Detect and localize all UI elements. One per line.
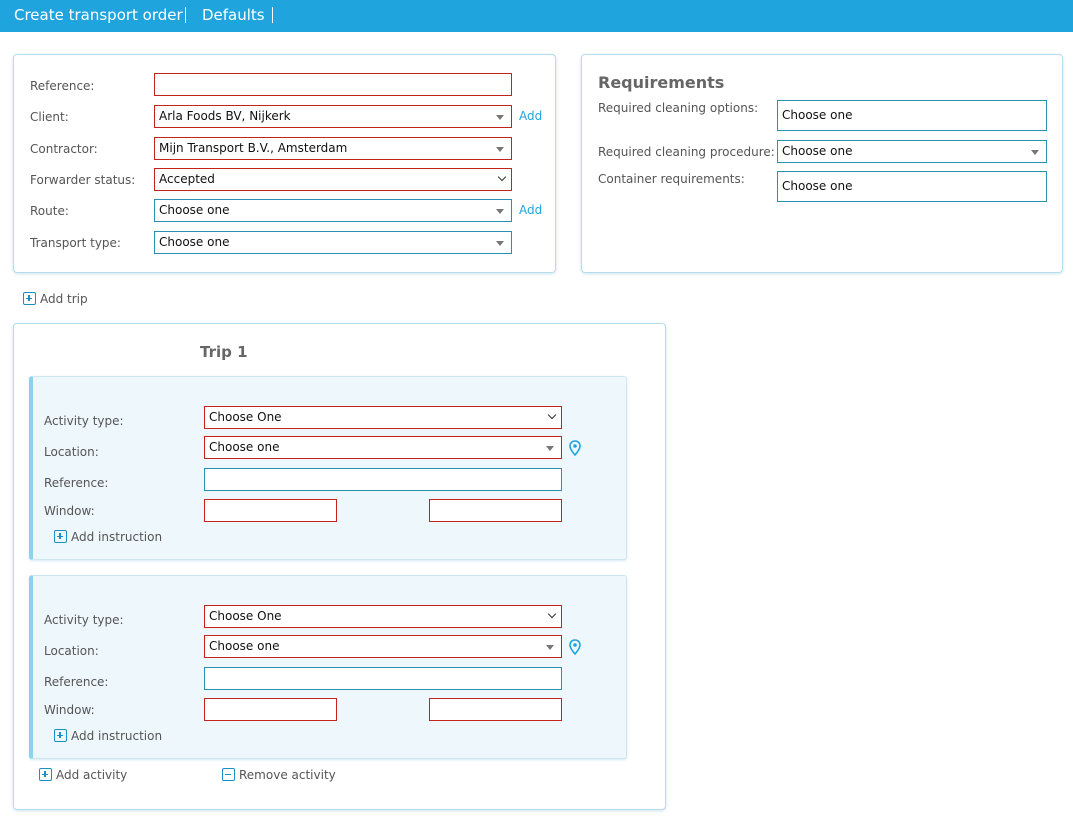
client-select-value: Arla Foods BV, Nijkerk <box>159 109 291 123</box>
transport-type-label: Transport type: <box>30 236 121 250</box>
caret-down-icon <box>546 645 554 650</box>
transport-type-select[interactable]: Choose one <box>154 231 512 254</box>
location-label: Location: <box>44 644 99 658</box>
add-activity-label: Add activity <box>56 768 128 782</box>
route-select-value: Choose one <box>159 203 230 217</box>
trip-panel: Trip 1 Activity type: Choose One Locatio… <box>13 323 666 810</box>
activity-type-label: Activity type: <box>44 613 124 627</box>
window-end-input[interactable] <box>429 698 562 721</box>
transport-type-value: Choose one <box>159 235 230 249</box>
remove-activity-label: Remove activity <box>239 768 336 782</box>
map-pin-icon[interactable] <box>569 639 581 655</box>
trip-title: Trip 1 <box>200 343 248 361</box>
route-select[interactable]: Choose one <box>154 199 512 222</box>
contractor-select[interactable]: Mijn Transport B.V., Amsterdam <box>154 137 512 160</box>
reference-label: Reference: <box>44 675 109 689</box>
activity-card: Activity type: Choose One Location: Choo… <box>29 575 627 759</box>
location-value: Choose one <box>209 639 280 653</box>
container-requirements-input[interactable]: Choose one <box>777 171 1047 202</box>
activity-reference-input[interactable] <box>204 468 562 491</box>
container-requirements-label: Container requirements: <box>598 172 745 186</box>
map-pin-icon[interactable] <box>569 440 581 456</box>
client-label: Client: <box>30 110 69 124</box>
chevron-down-icon <box>547 609 557 619</box>
tab-create-transport-order[interactable]: Create transport order <box>14 0 183 32</box>
add-instruction-label: Add instruction <box>71 530 163 544</box>
tab-separator <box>185 7 186 23</box>
plus-icon <box>54 530 67 543</box>
activity-type-label: Activity type: <box>44 414 124 428</box>
reference-input[interactable] <box>154 73 512 96</box>
location-value: Choose one <box>209 440 280 454</box>
caret-down-icon <box>496 241 504 246</box>
contractor-select-value: Mijn Transport B.V., Amsterdam <box>159 141 348 155</box>
add-client-link[interactable]: Add <box>519 109 542 123</box>
requirements-panel: Requirements Required cleaning options: … <box>581 54 1063 273</box>
plus-icon <box>23 292 36 305</box>
location-select[interactable]: Choose one <box>204 635 562 658</box>
route-label: Route: <box>30 204 69 218</box>
contractor-label: Contractor: <box>30 142 98 156</box>
caret-down-icon <box>496 115 504 120</box>
activity-card: Activity type: Choose One Location: Choo… <box>29 376 627 560</box>
tab-defaults[interactable]: Defaults <box>202 0 265 32</box>
plus-icon <box>54 729 67 742</box>
plus-icon <box>39 768 52 781</box>
order-details-panel: Reference: Client: Arla Foods BV, Nijker… <box>13 54 556 273</box>
window-label: Window: <box>44 504 95 518</box>
requirements-title: Requirements <box>598 73 725 92</box>
caret-down-icon <box>496 147 504 152</box>
cleaning-procedure-label: Required cleaning procedure: <box>598 145 775 159</box>
location-select[interactable]: Choose one <box>204 436 562 459</box>
activity-reference-input[interactable] <box>204 667 562 690</box>
add-trip-label: Add trip <box>40 292 88 306</box>
chevron-down-icon <box>497 172 507 182</box>
window-start-input[interactable] <box>204 499 337 522</box>
caret-down-icon <box>496 209 504 214</box>
window-end-input[interactable] <box>429 499 562 522</box>
activity-type-select[interactable]: Choose One <box>204 605 562 628</box>
forwarder-status-value: Accepted <box>159 172 215 186</box>
reference-label: Reference: <box>30 79 95 93</box>
client-select[interactable]: Arla Foods BV, Nijkerk <box>154 105 512 128</box>
window-start-input[interactable] <box>204 698 337 721</box>
forwarder-status-select[interactable]: Accepted <box>154 168 512 191</box>
add-route-link[interactable]: Add <box>519 203 542 217</box>
top-nav-bar: Create transport order Defaults <box>0 0 1073 32</box>
caret-down-icon <box>546 446 554 451</box>
reference-label: Reference: <box>44 476 109 490</box>
cleaning-procedure-value: Choose one <box>782 144 853 158</box>
cleaning-options-label: Required cleaning options: <box>598 101 759 115</box>
window-label: Window: <box>44 703 95 717</box>
add-instruction-label: Add instruction <box>71 729 163 743</box>
tab-separator <box>272 7 273 23</box>
location-label: Location: <box>44 445 99 459</box>
chevron-down-icon <box>547 410 557 420</box>
caret-down-icon <box>1031 150 1039 155</box>
activity-type-value: Choose One <box>209 609 282 623</box>
activity-type-select[interactable]: Choose One <box>204 406 562 429</box>
activity-type-value: Choose One <box>209 410 282 424</box>
cleaning-procedure-select[interactable]: Choose one <box>777 140 1047 163</box>
minus-icon <box>222 768 235 781</box>
forwarder-status-label: Forwarder status: <box>30 173 136 187</box>
cleaning-options-input[interactable]: Choose one <box>777 100 1047 131</box>
